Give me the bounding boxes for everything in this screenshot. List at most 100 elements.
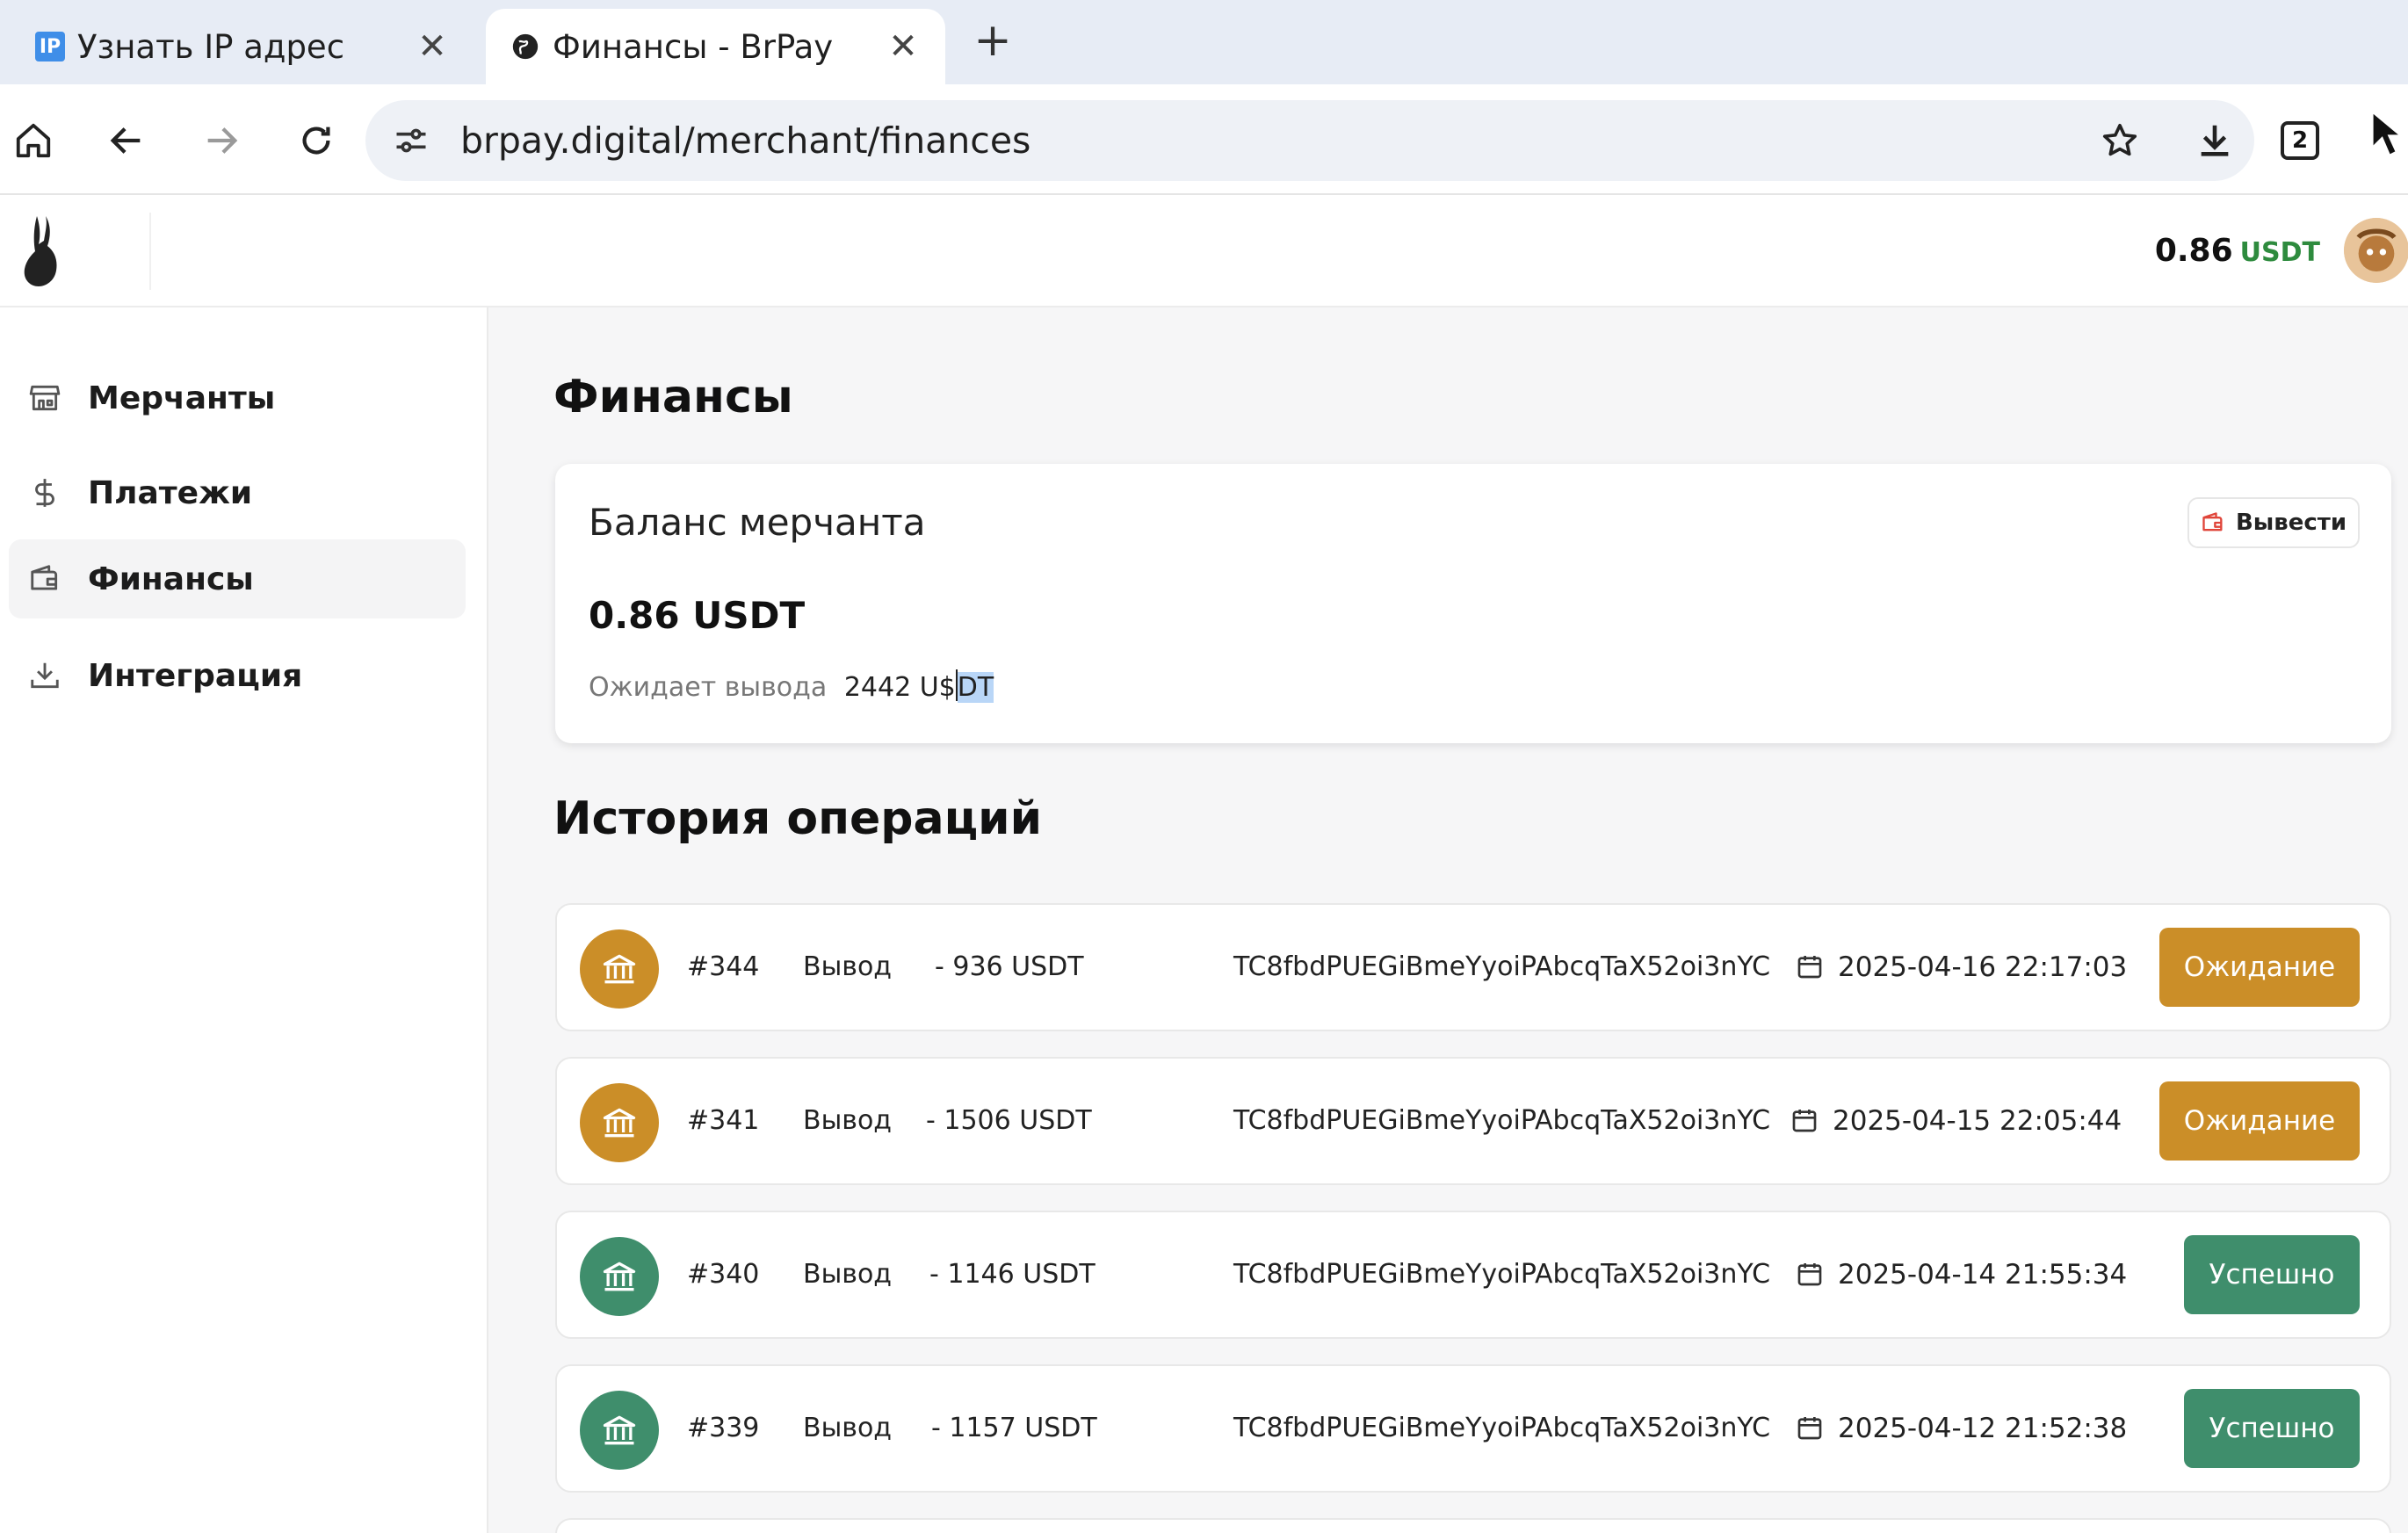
- operation-date: 2025-04-15 22:05:44: [1833, 1105, 2122, 1137]
- download-icon[interactable]: [2195, 120, 2235, 161]
- screen: IP Узнать IP адрес ✕ Финансы - BrPay ✕ +: [0, 0, 2408, 1533]
- reload-button[interactable]: [290, 114, 343, 167]
- sidebar-item-payments[interactable]: Платежи: [9, 453, 466, 532]
- operation-type: Вывод: [803, 1413, 893, 1443]
- header-balance: 0.86 USDT: [2155, 195, 2320, 307]
- arrow-right-icon: [207, 127, 238, 154]
- url-text: brpay.digital/merchant/finances: [460, 119, 1031, 162]
- operation-type-icon: [580, 929, 659, 1009]
- header-balance-value: 0.86: [2154, 233, 2233, 269]
- selected-text: DT: [957, 672, 994, 703]
- status-badge: Успешно: [2184, 1235, 2360, 1314]
- operation-type-icon: [580, 1237, 659, 1316]
- tab-title: Финансы - BrPay: [553, 27, 834, 66]
- status-badge: Ожидание: [2159, 1081, 2360, 1161]
- sidebar-item-integration[interactable]: Интеграция: [9, 636, 466, 715]
- header-balance-currency: USDT: [2239, 237, 2320, 268]
- operation-date: 2025-04-14 21:55:34: [1838, 1259, 2128, 1291]
- pending-value-text: 2442 U: [843, 672, 939, 703]
- reload-icon: [302, 127, 330, 155]
- balance-amount: 0.86 USDT: [589, 594, 806, 637]
- brpay-logo-icon[interactable]: [21, 213, 63, 290]
- operation-address: TC8fbdPUEGiBmeYyoiPAbcqTaX52oi3nYC: [1233, 951, 1771, 982]
- operation-amount: - 1506 USDT: [926, 1105, 1092, 1136]
- operation-amount: - 1157 USDT: [931, 1413, 1097, 1443]
- dollar-icon: [35, 479, 54, 507]
- status-badge: Ожидание: [2159, 928, 2360, 1007]
- close-tab-icon[interactable]: ✕: [886, 26, 921, 67]
- operation-id: #344: [687, 951, 760, 982]
- browser-tab-finances[interactable]: Финансы - BrPay ✕: [486, 9, 945, 84]
- calendar-icon: [1797, 1417, 1822, 1440]
- operation-id: #339: [687, 1413, 760, 1443]
- pending-withdrawal: Ожидает вывода 2442 U$DT: [589, 669, 994, 703]
- operation-address: TC8fbdPUEGiBmeYyoiPAbcqTaX52oi3nYC: [1233, 1105, 1771, 1136]
- browser-tab-ip[interactable]: IP Узнать IP адрес ✕: [11, 9, 474, 84]
- ip-favicon-icon: IP: [35, 32, 65, 61]
- sidebar-item-finances[interactable]: Финансы: [9, 539, 466, 618]
- sidebar-item-label: Платежи: [88, 474, 253, 511]
- bank-icon: [603, 1262, 636, 1291]
- site-settings-icon[interactable]: [392, 121, 430, 160]
- operation-amount: - 1146 USDT: [929, 1259, 1096, 1290]
- operation-row-partial[interactable]: [555, 1518, 2391, 1533]
- operation-id: #340: [687, 1259, 760, 1290]
- operation-id: #341: [687, 1105, 760, 1136]
- operation-type: Вывод: [803, 1105, 893, 1136]
- sidebar-item-label: Интеграция: [88, 657, 303, 694]
- bookmark-star-icon[interactable]: [2100, 120, 2140, 161]
- home-icon: [16, 123, 51, 158]
- forward-button[interactable]: [195, 114, 248, 167]
- calendar-icon: [1797, 956, 1822, 979]
- balance-card-title: Баланс мерчанта: [589, 501, 926, 544]
- withdraw-button-label: Вывести: [2235, 510, 2347, 536]
- globe-icon: [512, 33, 539, 60]
- avatar[interactable]: [2344, 218, 2408, 283]
- sidebar-item-label: Мерчанты: [88, 380, 276, 416]
- home-button[interactable]: [7, 114, 60, 167]
- new-tab-button[interactable]: +: [966, 16, 1019, 69]
- operation-row[interactable]: #341 Вывод - 1506 USDT TC8fbdPUEGiBmeYyo…: [555, 1057, 2391, 1185]
- address-bar[interactable]: brpay.digital/merchant/finances: [365, 100, 2254, 181]
- operation-row[interactable]: #339 Вывод - 1157 USDT TC8fbdPUEGiBmeYyo…: [555, 1364, 2391, 1493]
- mouse-cursor-icon: [2370, 109, 2405, 158]
- history-title: История операций: [553, 792, 1043, 845]
- download-icon: [31, 662, 59, 689]
- bank-icon: [603, 1415, 636, 1445]
- bank-icon: [603, 1108, 636, 1138]
- sidebar-item-merchants[interactable]: Мерчанты: [9, 358, 466, 437]
- status-badge: Успешно: [2184, 1389, 2360, 1468]
- back-button[interactable]: [100, 114, 153, 167]
- operation-type-icon: [580, 1083, 659, 1162]
- pending-label: Ожидает вывода: [589, 672, 828, 703]
- main-content: Финансы Баланс мерчанта Вывести 0.86 USD…: [490, 307, 2408, 1533]
- pending-value-dollar: $: [938, 672, 956, 703]
- operation-amount: - 936 USDT: [935, 951, 1084, 982]
- operation-row[interactable]: #340 Вывод - 1146 USDT TC8fbdPUEGiBmeYyo…: [555, 1211, 2391, 1339]
- arrow-left-icon: [110, 127, 141, 154]
- balance-card: Баланс мерчанта Вывести 0.86 USDT Ожидае…: [555, 464, 2391, 743]
- sidebar: Мерчанты Платежи Финансы Интеграция: [0, 307, 488, 1533]
- operation-date: 2025-04-16 22:17:03: [1838, 951, 2128, 983]
- withdraw-button[interactable]: Вывести: [2187, 497, 2360, 548]
- pending-value: 2442 U$DT: [843, 669, 994, 703]
- close-tab-icon[interactable]: ✕: [415, 26, 450, 67]
- operation-row[interactable]: #344 Вывод - 936 USDT TC8fbdPUEGiBmeYyoi…: [555, 903, 2391, 1031]
- tab-switcher-button[interactable]: 2: [2281, 121, 2319, 160]
- operation-type: Вывод: [803, 1259, 893, 1290]
- operation-type-icon: [580, 1391, 659, 1470]
- header-divider: [149, 213, 151, 290]
- operation-address: TC8fbdPUEGiBmeYyoiPAbcqTaX52oi3nYC: [1233, 1413, 1771, 1443]
- operation-date: 2025-04-12 21:52:38: [1838, 1413, 2128, 1444]
- browser-tab-strip: IP Узнать IP адрес ✕ Финансы - BrPay ✕ +: [0, 0, 2408, 84]
- operation-address: TC8fbdPUEGiBmeYyoiPAbcqTaX52oi3nYC: [1233, 1259, 1771, 1290]
- wallet-withdraw-icon: [2202, 512, 2223, 531]
- store-icon: [29, 385, 61, 411]
- operation-type: Вывод: [803, 951, 893, 982]
- app-header: 0.86 USDT: [0, 195, 2408, 307]
- bank-icon: [603, 954, 636, 984]
- tab-title: Узнать IP адрес: [77, 27, 345, 66]
- calendar-icon: [1792, 1110, 1817, 1132]
- sidebar-item-label: Финансы: [88, 560, 254, 597]
- calendar-icon: [1797, 1263, 1822, 1286]
